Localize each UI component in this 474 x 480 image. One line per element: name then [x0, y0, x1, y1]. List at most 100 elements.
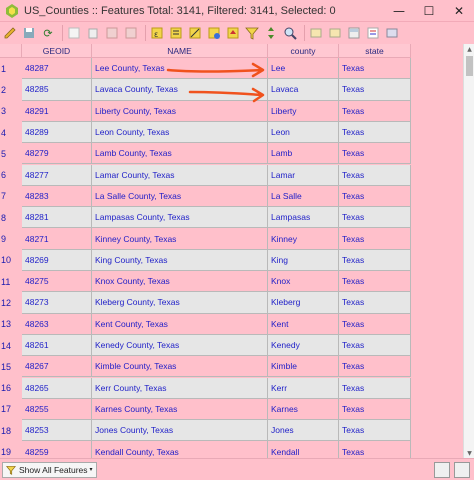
state-cell[interactable]: Texas [339, 271, 411, 293]
county-cell[interactable]: Lavaca [268, 79, 339, 101]
table-row[interactable]: 48265 Kerr County, Texas Kerr Texas [22, 377, 411, 399]
pan-icon[interactable] [263, 25, 279, 41]
state-cell[interactable]: Texas [339, 441, 411, 458]
copy-icon[interactable] [123, 25, 139, 41]
state-cell[interactable]: Texas [339, 313, 411, 335]
geoid-cell[interactable]: 48275 [22, 271, 92, 293]
column-header-state[interactable]: state [339, 44, 411, 58]
county-cell[interactable]: Knox [268, 271, 339, 293]
table-row[interactable]: 48275 Knox County, Texas Knox Texas [22, 271, 411, 293]
name-cell[interactable]: Lamar County, Texas [92, 164, 268, 186]
row-number[interactable]: 6 [0, 165, 22, 186]
select-all-icon[interactable] [168, 25, 184, 41]
table-row[interactable]: 48255 Karnes County, Texas Karnes Texas [22, 398, 411, 421]
table-row[interactable]: 48283 La Salle County, Texas La Salle Texas [22, 185, 411, 208]
scrollbar-thumb[interactable] [466, 56, 473, 76]
table-row[interactable]: 48267 Kimble County, Texas Kimble Texas [22, 356, 411, 378]
county-cell[interactable]: Kinney [268, 228, 339, 250]
geoid-cell[interactable]: 48263 [22, 313, 92, 335]
table-row[interactable]: 48277 Lamar County, Texas Lamar Texas [22, 164, 411, 186]
column-header-geoid[interactable]: GEOID [22, 44, 92, 58]
row-number[interactable]: 1 [0, 58, 22, 79]
show-all-features-dropdown[interactable]: Show All Features ▾ [2, 461, 97, 478]
scroll-up-icon[interactable]: ▲ [464, 44, 474, 54]
column-header-county[interactable]: county [268, 44, 339, 58]
row-number[interactable]: 12 [0, 292, 22, 313]
geoid-cell[interactable]: 48265 [22, 377, 92, 399]
geoid-cell[interactable]: 48259 [22, 441, 92, 458]
row-number[interactable]: 4 [0, 122, 22, 143]
move-to-top-icon[interactable] [225, 25, 241, 41]
table-row[interactable]: 48269 King County, Texas King Texas [22, 249, 411, 271]
state-cell[interactable]: Texas [339, 398, 411, 421]
state-cell[interactable]: Texas [339, 58, 411, 80]
name-cell[interactable]: La Salle County, Texas [92, 185, 268, 208]
cut-icon[interactable] [104, 25, 120, 41]
delete-icon[interactable] [85, 25, 101, 41]
name-cell[interactable]: Kleberg County, Texas [92, 292, 268, 314]
county-cell[interactable]: Lampasas [268, 207, 339, 229]
name-cell[interactable]: Kerr County, Texas [92, 377, 268, 399]
row-number[interactable]: 16 [0, 378, 22, 399]
row-number[interactable]: 19 [0, 441, 22, 458]
geoid-cell[interactable]: 48287 [22, 58, 92, 80]
geoid-cell[interactable]: 48269 [22, 249, 92, 271]
name-cell[interactable]: Knox County, Texas [92, 271, 268, 293]
county-cell[interactable]: Karnes [268, 398, 339, 421]
row-number[interactable]: 5 [0, 143, 22, 164]
table-row[interactable]: 48289 Leon County, Texas Leon Texas [22, 121, 411, 144]
row-number[interactable]: 7 [0, 186, 22, 207]
row-number[interactable]: 10 [0, 250, 22, 271]
new-field-icon[interactable] [308, 25, 324, 41]
name-cell[interactable]: Leon County, Texas [92, 121, 268, 144]
table-row[interactable]: 48279 Lamb County, Texas Lamb Texas [22, 143, 411, 165]
state-cell[interactable]: Texas [339, 100, 411, 122]
table-row[interactable]: 48261 Kenedy County, Texas Kenedy Texas [22, 334, 411, 357]
county-cell[interactable]: Lamar [268, 164, 339, 186]
vertical-scrollbar[interactable]: ▲ ▼ [463, 44, 474, 458]
state-cell[interactable]: Texas [339, 185, 411, 208]
row-number[interactable]: 2 [0, 79, 22, 100]
state-cell[interactable]: Texas [339, 249, 411, 271]
table-row[interactable]: 48271 Kinney County, Texas Kinney Texas [22, 228, 411, 250]
name-cell[interactable]: Lamb County, Texas [92, 143, 268, 165]
state-cell[interactable]: Texas [339, 143, 411, 165]
form-view-icon[interactable] [434, 462, 450, 478]
county-cell[interactable]: Liberty [268, 100, 339, 122]
name-cell[interactable]: Lavaca County, Texas [92, 79, 268, 101]
county-cell[interactable]: Kleberg [268, 292, 339, 314]
close-button[interactable]: ✕ [444, 0, 474, 22]
county-cell[interactable]: Leon [268, 121, 339, 144]
filter-icon[interactable] [244, 25, 260, 41]
geoid-cell[interactable]: 48279 [22, 143, 92, 165]
row-number[interactable]: 14 [0, 335, 22, 356]
state-cell[interactable]: Texas [339, 356, 411, 378]
name-cell[interactable]: Lampasas County, Texas [92, 207, 268, 229]
geoid-cell[interactable]: 48271 [22, 228, 92, 250]
corner-header[interactable] [0, 44, 22, 58]
table-row[interactable]: 48287 Lee County, Texas Lee Texas [22, 58, 411, 80]
scroll-down-icon[interactable]: ▼ [464, 448, 474, 458]
row-number[interactable]: 18 [0, 420, 22, 441]
county-cell[interactable]: Kent [268, 313, 339, 335]
table-row[interactable]: 48281 Lampasas County, Texas Lampasas Texas [22, 207, 411, 229]
state-cell[interactable]: Texas [339, 164, 411, 186]
table-row[interactable]: 48259 Kendall County, Texas Kendall Texas [22, 441, 411, 458]
geoid-cell[interactable]: 48285 [22, 79, 92, 101]
select-expression-icon[interactable]: ε [149, 25, 165, 41]
state-cell[interactable]: Texas [339, 292, 411, 314]
county-cell[interactable]: La Salle [268, 185, 339, 208]
geoid-cell[interactable]: 48283 [22, 185, 92, 208]
add-feature-icon[interactable] [66, 25, 82, 41]
state-cell[interactable]: Texas [339, 79, 411, 101]
name-cell[interactable]: King County, Texas [92, 249, 268, 271]
field-calculator-icon[interactable] [346, 25, 362, 41]
table-row[interactable]: 48253 Jones County, Texas Jones Texas [22, 420, 411, 442]
geoid-cell[interactable]: 48253 [22, 420, 92, 442]
row-number[interactable]: 15 [0, 356, 22, 377]
table-row[interactable]: 48263 Kent County, Texas Kent Texas [22, 313, 411, 335]
dock-icon[interactable] [384, 25, 400, 41]
county-cell[interactable]: Jones [268, 420, 339, 442]
county-cell[interactable]: Kerr [268, 377, 339, 399]
name-cell[interactable]: Liberty County, Texas [92, 100, 268, 122]
